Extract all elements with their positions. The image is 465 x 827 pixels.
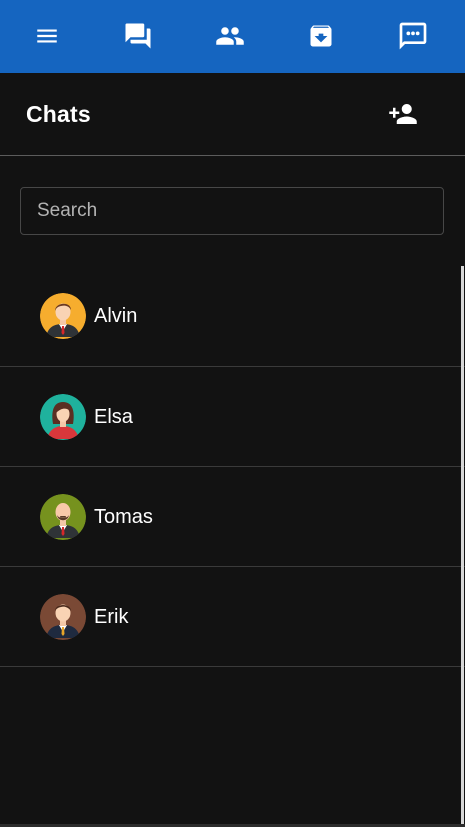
top-navigation-bar — [0, 0, 465, 74]
contact-name: Elsa — [94, 405, 133, 428]
chats-header: Chats — [0, 73, 465, 156]
message-dots-icon — [399, 22, 427, 50]
chat-app: Chats Alvin — [0, 0, 465, 827]
chat-list: Alvin Elsa Tomas Erik — [0, 266, 465, 667]
menu-button[interactable] — [29, 18, 65, 54]
group-icon — [216, 27, 244, 45]
contact-name: Alvin — [94, 305, 138, 327]
male-avatar-icon — [40, 593, 86, 640]
archive-icon — [310, 25, 332, 47]
avatar-erik — [40, 593, 86, 640]
scrollbar[interactable] — [461, 266, 464, 827]
page-title: Chats — [26, 101, 91, 127]
contact-name: Erik — [94, 605, 129, 628]
archive-nav-button[interactable] — [303, 18, 339, 54]
contacts-nav-button[interactable] — [212, 18, 248, 54]
chat-bubbles-icon — [125, 23, 151, 49]
search-box — [20, 187, 444, 235]
add-person-icon — [389, 104, 417, 124]
avatar-elsa — [40, 393, 86, 440]
male-avatar-icon — [40, 293, 86, 339]
chat-list-item-alvin[interactable]: Alvin — [0, 266, 465, 367]
add-contact-button[interactable] — [386, 99, 420, 129]
male-avatar-icon — [40, 493, 86, 540]
chat-list-item-tomas[interactable]: Tomas — [0, 467, 465, 567]
chats-nav-button[interactable] — [120, 18, 156, 54]
contact-name: Tomas — [94, 505, 153, 528]
chat-list-item-erik[interactable]: Erik — [0, 567, 465, 667]
menu-icon — [37, 29, 57, 43]
female-avatar-icon — [40, 393, 86, 440]
avatar-tomas — [40, 493, 86, 540]
messages-nav-button[interactable] — [395, 18, 431, 54]
chat-list-item-elsa[interactable]: Elsa — [0, 367, 465, 467]
avatar-alvin — [40, 293, 86, 339]
search-input[interactable] — [21, 188, 443, 234]
